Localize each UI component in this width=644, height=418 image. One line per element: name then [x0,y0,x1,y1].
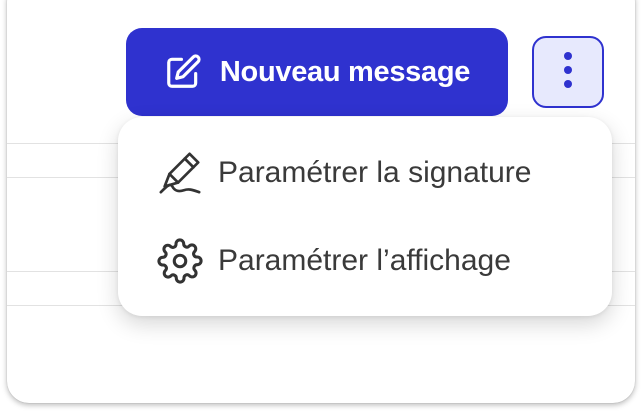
menu-item-display-settings[interactable]: Paramétrer l’affichage [118,217,612,305]
menu-item-label: Paramétrer la signature [218,156,532,189]
signature-pen-icon [156,149,204,197]
new-message-label: Nouveau message [219,55,471,88]
options-dropdown-menu: Paramétrer la signature Paramétrer l’aff… [118,117,612,316]
menu-item-signature-settings[interactable]: Paramétrer la signature [118,129,612,217]
more-options-button[interactable] [532,36,604,108]
new-message-button[interactable]: Nouveau message [126,28,508,116]
more-vertical-icon [562,51,574,94]
menu-item-label: Paramétrer l’affichage [218,244,511,277]
edit-square-icon [164,53,202,91]
gear-icon [156,237,204,285]
